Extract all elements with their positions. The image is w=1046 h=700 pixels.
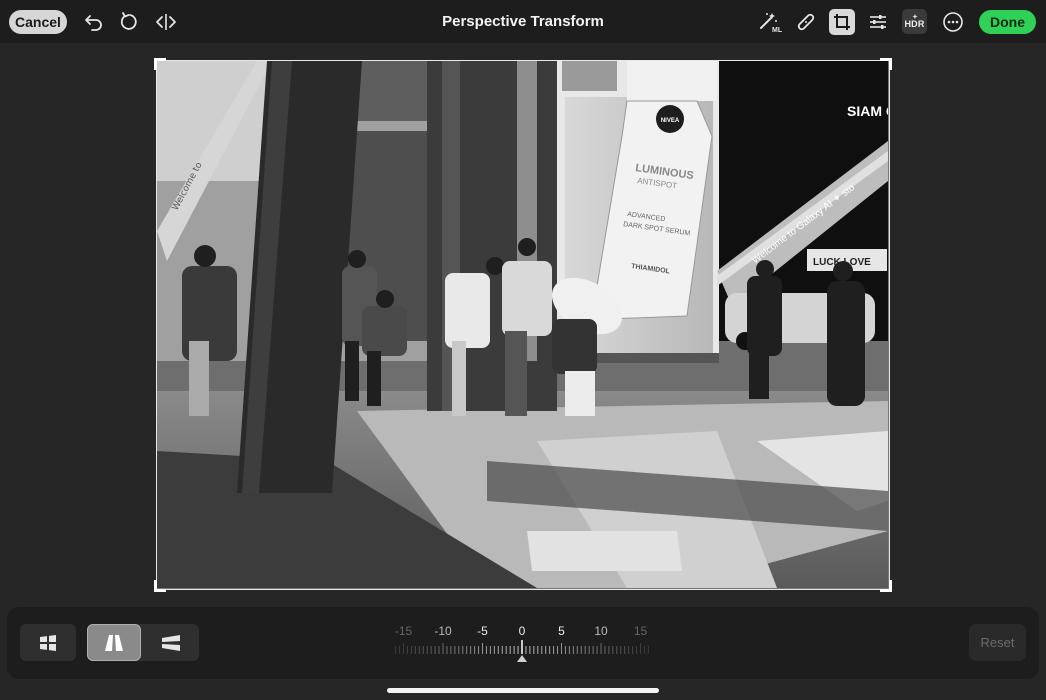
done-button[interactable]: Done <box>979 10 1036 34</box>
slider-label: 15 <box>633 624 648 638</box>
slider-label: -5 <box>477 624 488 638</box>
slider-label: 10 <box>594 624 608 638</box>
slider-indicator <box>517 655 527 662</box>
vertical-perspective-icon <box>105 634 123 651</box>
undo-icon[interactable] <box>81 9 107 35</box>
home-indicator[interactable] <box>387 688 659 693</box>
slider-label: -10 <box>434 624 452 638</box>
perspective-slider[interactable]: -15 -10 -5 0 5 10 15 <box>390 618 655 666</box>
slider-label: 5 <box>558 624 565 638</box>
adjust-sliders-icon[interactable] <box>865 9 891 35</box>
compare-icon[interactable] <box>153 9 179 35</box>
photo-preview[interactable]: Welcome to NIVEA LUMINOUS ANTISPOT ADVAN… <box>156 60 890 590</box>
horizontal-perspective-button[interactable] <box>143 624 199 661</box>
reset-button[interactable]: Reset <box>969 624 1026 661</box>
ml-label: ML <box>772 27 782 33</box>
poster-brand: NIVEA <box>661 118 680 124</box>
slider-label: 0 <box>518 624 526 638</box>
top-toolbar: Cancel Perspective Transform ML HDR Done <box>0 0 1046 43</box>
hdr-icon[interactable]: HDR <box>902 9 927 34</box>
horizontal-perspective-icon <box>162 634 180 651</box>
hdr-label: HDR <box>904 19 925 29</box>
crop-handle-top-left[interactable] <box>154 58 166 70</box>
slider-labels: -15 -10 -5 0 5 10 15 <box>390 624 655 638</box>
more-icon[interactable] <box>940 9 966 35</box>
page-title: Perspective Transform <box>442 13 604 30</box>
slider-label: -15 <box>394 624 413 638</box>
vertical-perspective-button[interactable] <box>87 624 141 661</box>
crop-handle-bottom-right[interactable] <box>880 580 892 592</box>
slider-ticks <box>395 640 649 654</box>
auto-perspective-button[interactable] <box>20 624 76 661</box>
crop-rotate-icon[interactable] <box>829 9 855 35</box>
rotate-icon[interactable] <box>117 9 143 35</box>
crop-handle-bottom-left[interactable] <box>154 580 166 592</box>
magic-wand-ml-icon[interactable]: ML <box>757 9 783 35</box>
auto-perspective-icon <box>38 633 58 652</box>
cancel-button[interactable]: Cancel <box>9 10 67 34</box>
mall-sign: SIAM CE <box>847 103 888 119</box>
bandage-icon[interactable] <box>793 9 819 35</box>
crop-handle-top-right[interactable] <box>880 58 892 70</box>
